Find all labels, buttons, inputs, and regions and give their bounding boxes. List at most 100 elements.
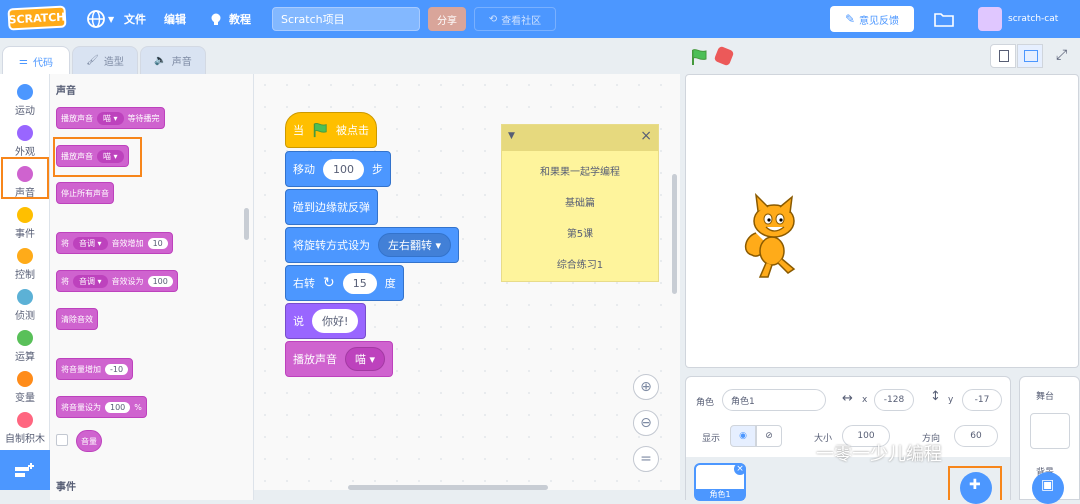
say-text-input[interactable]: 你好! (312, 309, 359, 333)
change-volume-block[interactable]: 将音量增加 -10 (56, 358, 134, 380)
category-variables[interactable]: 变量 (0, 367, 50, 405)
block-text: 播放声音 (293, 353, 337, 366)
sprite-name-input[interactable]: 角色1 (722, 389, 826, 411)
backdrop-add-icon: ▣ (1041, 477, 1055, 493)
stop-button[interactable] (713, 45, 735, 67)
tab-sounds[interactable]: 🔈 声音 (140, 46, 206, 74)
category-control[interactable]: 控制 (0, 244, 50, 282)
sprite-delete-icon[interactable]: × (734, 463, 746, 475)
number-input[interactable]: 100 (147, 275, 173, 287)
say-block[interactable]: 说 你好! (285, 303, 367, 339)
edit-menu[interactable]: 编辑 (164, 0, 186, 38)
turn-right-block[interactable]: 右转 ↻ 15 度 (285, 265, 404, 301)
feedback-label: 意见反馈 (859, 15, 900, 27)
collapse-icon[interactable]: ▼ (508, 131, 515, 141)
normal-stage-button[interactable] (1017, 44, 1043, 68)
rotation-dropdown[interactable]: 左右翻转 ▾ (378, 233, 452, 257)
category-label: 变量 (15, 393, 35, 404)
green-flag-button[interactable] (690, 48, 708, 69)
set-rotation-style-block[interactable]: 将旋转方式设为 左右翻转 ▾ (285, 227, 460, 263)
sprite-thumbnail[interactable]: × 角色1 (694, 463, 746, 501)
avatar[interactable] (978, 7, 1002, 31)
tutorial-label: 教程 (229, 13, 251, 26)
watermark: 一零一少儿编程 (816, 444, 942, 465)
number-input[interactable]: -10 (105, 363, 129, 375)
code-icon: ⚌ (19, 56, 28, 67)
workspace-vertical-scrollbar[interactable] (672, 174, 677, 294)
feedback-button[interactable]: ✎ 意见反馈 (830, 6, 914, 32)
sprite-label: 角色 (696, 398, 715, 408)
sound-dropdown[interactable]: 喵 ▾ (345, 347, 386, 371)
effect-dropdown[interactable]: 音调 ▾ (73, 236, 108, 250)
dropdown-value: 音调 (79, 238, 95, 248)
degrees-input[interactable]: 15 (342, 272, 377, 294)
note-line: 基础篇 (565, 198, 595, 209)
close-icon[interactable]: × (640, 128, 652, 144)
username[interactable]: scratch-cat (1008, 0, 1058, 38)
eye-slash-icon: ⊘ (765, 431, 773, 441)
dropdown-value: 音调 (79, 276, 95, 286)
steps-input[interactable]: 100 (323, 158, 364, 180)
play-sound-block[interactable]: 播放声音 喵 ▾ (285, 341, 394, 377)
file-menu[interactable]: 文件 (124, 0, 146, 38)
normal-stage-icon (1024, 50, 1038, 62)
share-button[interactable]: 分享 (428, 7, 466, 31)
fullscreen-button[interactable]: ⤢ (1050, 44, 1076, 68)
sound-dropdown[interactable]: 喵 ▾ (97, 111, 124, 125)
zoom-in-button[interactable]: ⊕ (633, 374, 659, 400)
scratch-logo[interactable]: SCRATCH (7, 5, 67, 31)
small-stage-button[interactable] (990, 44, 1016, 68)
set-volume-block[interactable]: 将音量设为 100 % (56, 396, 147, 418)
choose-backdrop-button[interactable]: ▣ (1032, 472, 1064, 504)
category-events[interactable]: 事件 (0, 203, 50, 241)
zoom-out-button[interactable]: ⊖ (633, 410, 659, 436)
block-text: 被点击 (336, 124, 369, 137)
direction-input[interactable]: 60 (954, 425, 998, 447)
y-label: y (948, 395, 954, 405)
set-effect-block[interactable]: 将 音调 ▾ 音效设为 100 (56, 270, 178, 292)
bounce-on-edge-block[interactable]: 碰到边缘就反弹 (285, 189, 378, 225)
category-operators[interactable]: 运算 (0, 326, 50, 364)
volume-reporter-block[interactable]: 音量 (76, 430, 102, 452)
globe-icon (87, 10, 105, 28)
language-menu[interactable]: ▼ (86, 0, 114, 38)
project-title-input[interactable]: Scratch项目 (272, 7, 420, 31)
tab-costumes[interactable]: 🖌 造型 (72, 46, 138, 74)
when-flag-clicked-block[interactable]: 当 被点击 (285, 112, 377, 148)
stage-canvas[interactable] (685, 74, 1079, 368)
scratch-cat-sprite[interactable] (736, 193, 806, 281)
my-stuff-folder-icon[interactable] (934, 11, 954, 30)
x-input[interactable]: -128 (874, 389, 914, 411)
zoom-reset-button[interactable]: = (633, 446, 659, 472)
change-effect-block[interactable]: 将 音调 ▾ 音效增加 10 (56, 232, 173, 254)
play-sound-until-done-block[interactable]: 播放声音 喵 ▾ 等待播完 (56, 107, 165, 129)
rotate-right-icon: ↻ (323, 275, 335, 291)
tab-costumes-label: 造型 (103, 57, 124, 68)
y-input[interactable]: -17 (962, 389, 1002, 411)
category-sensing[interactable]: 侦测 (0, 285, 50, 323)
see-community-button[interactable]: ⟲ 查看社区 (474, 7, 556, 31)
dropdown-value: 喵 (355, 353, 366, 366)
move-steps-block[interactable]: 移动 100 步 (285, 151, 391, 187)
choose-sprite-button[interactable]: ✚ (960, 472, 992, 504)
tutorial-menu[interactable]: 教程 (208, 0, 251, 38)
workspace-horizontal-scrollbar[interactable] (348, 485, 548, 490)
hide-button[interactable]: ⊘ (756, 425, 782, 447)
note-header[interactable]: ▼ × (502, 125, 658, 151)
category-my-blocks[interactable]: 自制积木 (0, 408, 50, 446)
effect-dropdown[interactable]: 音调 ▾ (73, 274, 108, 288)
comment-note[interactable]: ▼ × 和果果一起学编程 基础篇 第5课 综合练习1 (501, 124, 659, 282)
stop-all-sounds-block[interactable]: 停止所有声音 (56, 182, 114, 204)
block-text: 移动 (293, 163, 315, 176)
number-input[interactable]: 100 (105, 401, 131, 413)
category-looks[interactable]: 外观 (0, 121, 50, 159)
palette-scrollbar[interactable] (244, 208, 249, 240)
category-motion[interactable]: 运动 (0, 80, 50, 118)
tab-code[interactable]: ⚌ 代码 (2, 46, 70, 76)
volume-checkbox[interactable] (56, 434, 68, 446)
clear-effects-block[interactable]: 清除音效 (56, 308, 98, 330)
number-input[interactable]: 10 (147, 237, 168, 249)
backdrop-thumbnail[interactable] (1030, 413, 1070, 449)
show-visible-button[interactable]: ◉ (730, 425, 756, 447)
add-extension-button[interactable] (0, 450, 50, 490)
